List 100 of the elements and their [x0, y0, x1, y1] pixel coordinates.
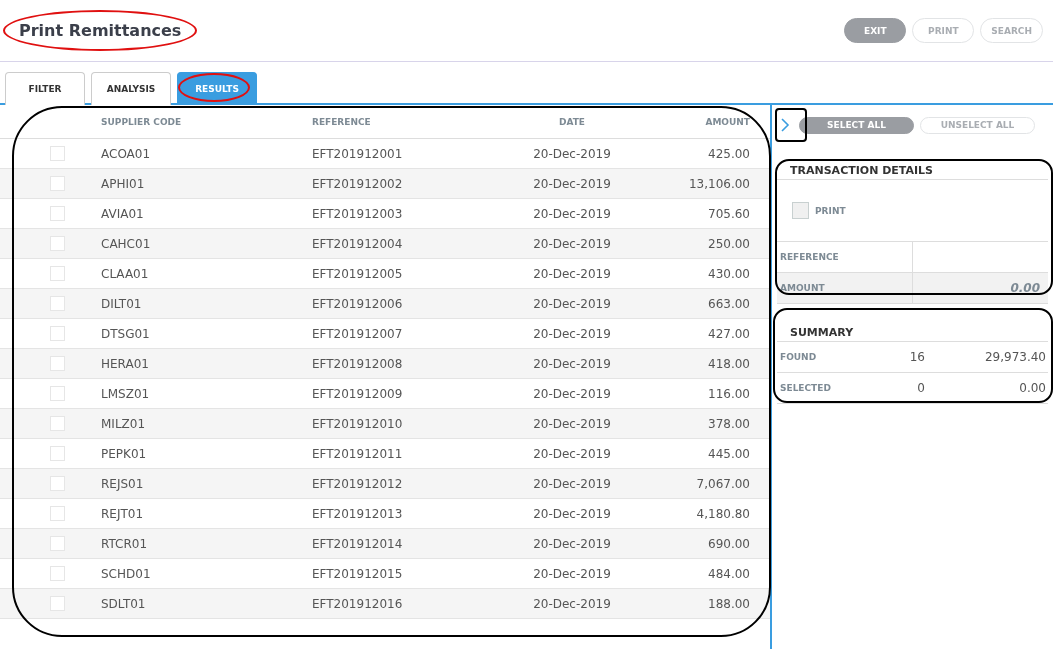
table-cell: 250.00 [708, 236, 750, 251]
table-cell: LMSZ01 [101, 386, 150, 401]
page-title: Print Remittances [19, 21, 182, 40]
table-cell: 20-Dec-2019 [533, 386, 611, 401]
table-cell: REJT01 [101, 506, 144, 521]
table-cell: 430.00 [708, 266, 750, 281]
row-checkbox[interactable] [50, 326, 65, 341]
table-cell: MILZ01 [101, 416, 146, 431]
table-cell: EFT201912002 [312, 176, 403, 191]
row-checkbox[interactable] [50, 386, 65, 401]
table-cell: RTCR01 [101, 536, 148, 551]
table-cell: 20-Dec-2019 [533, 566, 611, 581]
row-checkbox[interactable] [50, 416, 65, 431]
row-checkbox[interactable] [50, 446, 65, 461]
table-cell: EFT201912012 [312, 476, 403, 491]
table-cell: 20-Dec-2019 [533, 236, 611, 251]
summary-total: 0.00 [1018, 380, 1047, 397]
table-cell: 7,067.00 [696, 476, 750, 491]
section-title: SUMMARY [790, 326, 854, 339]
table-cell: SCHD01 [101, 566, 151, 581]
table-cell: EFT201912001 [312, 146, 403, 161]
table-cell: 20-Dec-2019 [533, 266, 611, 281]
table-cell: EFT201912006 [312, 296, 403, 311]
row-checkbox[interactable] [50, 596, 65, 611]
summary-total: 29,973.40 [983, 349, 1047, 366]
table-cell: EFT201912007 [312, 326, 403, 341]
table-cell: 378.00 [708, 416, 750, 431]
summary-label: SELECTED [779, 382, 832, 395]
exit-button[interactable]: EXIT [844, 18, 907, 43]
table-cell: EFT201912010 [312, 416, 403, 431]
table-cell: EFT201912009 [312, 386, 403, 401]
table-cell: AVIA01 [101, 206, 144, 221]
table-cell: EFT201912008 [312, 356, 403, 371]
table-cell: CLAA01 [101, 266, 149, 281]
row-checkbox[interactable] [50, 356, 65, 371]
field-label: REFERENCE [780, 252, 839, 262]
table-cell: 427.00 [708, 326, 750, 341]
table-cell: 20-Dec-2019 [533, 596, 611, 611]
column-header[interactable]: DATE [559, 116, 585, 127]
summary-count: 0 [916, 380, 926, 397]
summary-label: FOUND [779, 351, 818, 364]
row-checkbox[interactable] [50, 566, 65, 581]
table-cell: 425.00 [708, 146, 750, 161]
annotation-outline [178, 73, 250, 102]
table-cell: 690.00 [708, 536, 750, 551]
table-cell: 20-Dec-2019 [533, 206, 611, 221]
table-cell: 13,106.00 [688, 176, 750, 191]
table-cell: 418.00 [708, 356, 750, 371]
annotation-outline [775, 108, 807, 142]
table-cell: 20-Dec-2019 [533, 176, 611, 191]
table-cell: 20-Dec-2019 [533, 506, 611, 521]
table-cell: 20-Dec-2019 [533, 296, 611, 311]
table-cell: DTSG01 [101, 326, 150, 341]
table-cell: HERA01 [101, 356, 149, 371]
table-cell: 20-Dec-2019 [533, 326, 611, 341]
print-checkbox[interactable] [792, 202, 809, 219]
table-cell: DILT01 [101, 296, 142, 311]
table-cell: EFT201912011 [312, 446, 403, 461]
table-cell: 705.60 [708, 206, 750, 221]
row-checkbox[interactable] [50, 506, 65, 521]
row-checkbox[interactable] [50, 266, 65, 281]
column-header[interactable]: SUPPLIER CODE [101, 116, 182, 127]
tab[interactable]: ANALYSIS [91, 72, 171, 105]
table-cell: 663.00 [708, 296, 750, 311]
row-checkbox[interactable] [50, 176, 65, 191]
row-checkbox[interactable] [50, 536, 65, 551]
table-cell: 116.00 [708, 386, 750, 401]
table-cell: 20-Dec-2019 [533, 146, 611, 161]
table-cell: 188.00 [708, 596, 750, 611]
summary-count: 16 [908, 349, 926, 366]
table-cell: EFT201912014 [312, 536, 403, 551]
table-cell: EFT201912005 [312, 266, 403, 281]
table-cell: ACOA01 [101, 146, 151, 161]
table-cell: SDLT01 [101, 596, 146, 611]
column-header[interactable]: AMOUNT [705, 116, 750, 127]
table-cell: EFT201912004 [312, 236, 403, 251]
table-cell: 484.00 [708, 566, 750, 581]
table-cell: 445.00 [708, 446, 750, 461]
row-checkbox[interactable] [50, 206, 65, 221]
table-cell: EFT201912003 [312, 206, 403, 221]
tab[interactable]: RESULTS [177, 72, 257, 105]
table-cell: EFT201912015 [312, 566, 403, 581]
checkbox-label: PRINT [815, 205, 846, 216]
row-checkbox[interactable] [50, 476, 65, 491]
row-checkbox[interactable] [50, 146, 65, 161]
table-cell: PEPK01 [101, 446, 147, 461]
table-cell: APHI01 [101, 176, 145, 191]
tab[interactable]: FILTER [5, 72, 85, 105]
table-cell: 4,180.80 [696, 506, 750, 521]
table-cell: EFT201912013 [312, 506, 403, 521]
field-label: AMOUNT [780, 283, 825, 293]
field-value: 0.00 [1010, 281, 1040, 295]
select-all-button[interactable]: SELECT ALL [799, 116, 914, 134]
column-header[interactable]: REFERENCE [312, 116, 371, 127]
table-cell: 20-Dec-2019 [533, 446, 611, 461]
table-cell: CAHC01 [101, 236, 151, 251]
section-title: TRANSACTION DETAILS [790, 164, 934, 177]
table-cell: REJS01 [101, 476, 144, 491]
row-checkbox[interactable] [50, 296, 65, 311]
row-checkbox[interactable] [50, 236, 65, 251]
